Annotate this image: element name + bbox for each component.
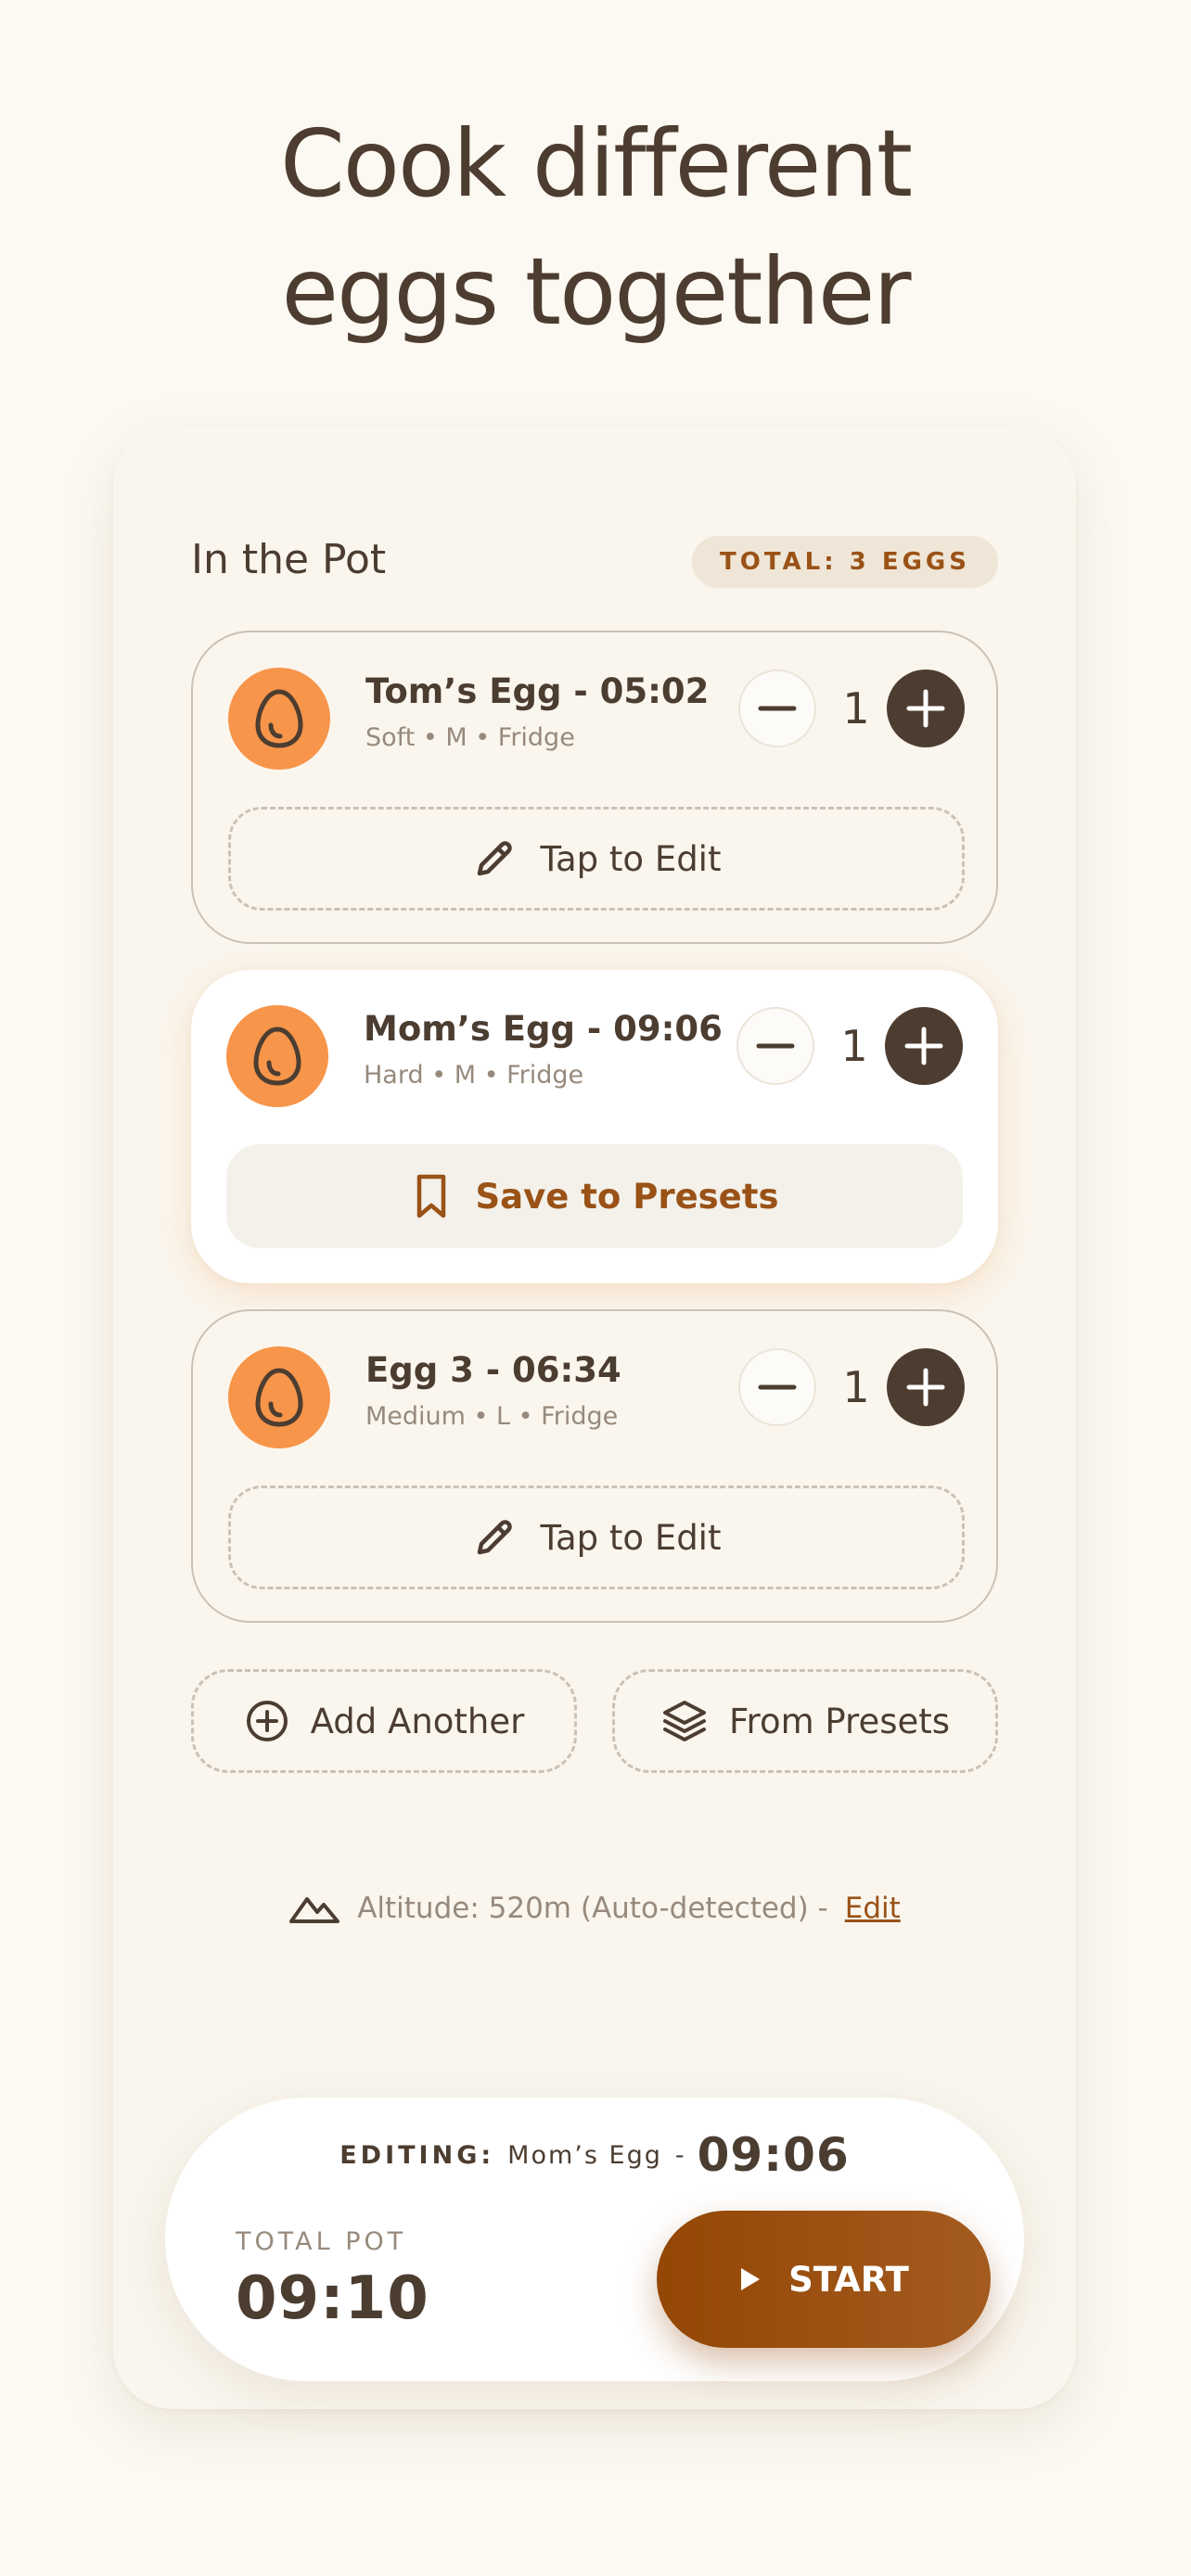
save-to-presets-label: Save to Presets	[475, 1176, 779, 1217]
page-headline: Cook different eggs together	[0, 100, 1191, 356]
from-presets-label: From Presets	[728, 1701, 951, 1741]
quantity-value: 1	[840, 1021, 868, 1071]
start-label: START	[788, 2259, 909, 2300]
egg-icon	[255, 1368, 303, 1427]
pot-panel: In the Pot TOTAL: 3 EGGS Tom’s Egg - 05:…	[113, 427, 1076, 2409]
tap-to-edit-label: Tap to Edit	[540, 1517, 722, 1558]
decrease-quantity-button[interactable]	[736, 1007, 814, 1085]
altitude-edit-link[interactable]: Edit	[845, 1892, 901, 1925]
egg-avatar	[226, 1005, 328, 1107]
egg-icon	[255, 689, 303, 748]
pencil-icon	[477, 1520, 512, 1555]
headline-line-2: eggs together	[281, 237, 912, 346]
add-another-button[interactable]: Add Another	[191, 1669, 577, 1773]
play-icon	[741, 2268, 761, 2290]
minus-icon	[758, 1384, 797, 1390]
editing-egg-name: Mom’s Egg	[507, 2140, 662, 2170]
tap-to-edit-label: Tap to Edit	[540, 838, 722, 879]
egg-meta: Medium • L • Fridge	[365, 1402, 619, 1431]
save-to-presets-button[interactable]: Save to Presets	[226, 1144, 963, 1248]
total-pot-time: 09:10	[236, 2264, 429, 2333]
editing-label: EDITING:	[339, 2140, 495, 2170]
increase-quantity-button[interactable]	[885, 1007, 963, 1085]
altitude-row: Altitude: 520m (Auto-detected) - Edit	[113, 1881, 1076, 1936]
plus-icon	[904, 1027, 943, 1065]
egg-card-2[interactable]: Mom’s Egg - 09:06 Hard • M • Fridge 1 Sa…	[191, 970, 998, 1283]
plus-icon	[906, 689, 945, 728]
egg-meta: Hard • M • Fridge	[364, 1061, 584, 1090]
egg-icon	[253, 1027, 301, 1086]
decrease-quantity-button[interactable]	[738, 670, 816, 747]
decrease-quantity-button[interactable]	[738, 1348, 816, 1426]
increase-quantity-button[interactable]	[887, 670, 965, 747]
from-presets-button[interactable]: From Presets	[612, 1669, 998, 1773]
egg-name: Mom’s Egg - 09:06	[364, 1009, 723, 1049]
minus-icon	[756, 1043, 795, 1049]
pot-title: In the Pot	[191, 536, 387, 583]
quantity-value: 1	[842, 1362, 870, 1412]
start-button[interactable]: START	[657, 2211, 991, 2348]
altitude-text: Altitude: 520m (Auto-detected) -	[357, 1892, 828, 1925]
egg-card-3[interactable]: Egg 3 - 06:34 Medium • L • Fridge 1 Tap …	[191, 1309, 998, 1623]
plus-circle-icon	[246, 1701, 288, 1741]
editing-time: 09:06	[697, 2128, 850, 2182]
tap-to-edit-button[interactable]: Tap to Edit	[228, 1486, 965, 1589]
total-pot-label: TOTAL POT	[236, 2227, 407, 2256]
timer-bar: EDITING: Mom’s Egg - 09:06 TOTAL POT 09:…	[165, 2098, 1024, 2381]
bookmark-icon	[416, 1174, 445, 1218]
minus-icon	[758, 706, 797, 711]
egg-avatar	[228, 668, 330, 770]
total-eggs-badge: TOTAL: 3 EGGS	[691, 536, 998, 588]
egg-name: Egg 3 - 06:34	[365, 1350, 621, 1390]
editing-status: EDITING: Mom’s Egg - 09:06	[165, 2118, 1024, 2192]
mountain-icon	[289, 1897, 340, 1923]
tap-to-edit-button[interactable]: Tap to Edit	[228, 807, 965, 911]
layers-icon	[662, 1701, 706, 1741]
egg-avatar	[228, 1346, 330, 1448]
plus-icon	[906, 1368, 945, 1407]
egg-card-1[interactable]: Tom’s Egg - 05:02 Soft • M • Fridge 1 Ta…	[191, 631, 998, 944]
add-another-label: Add Another	[310, 1701, 525, 1741]
egg-meta: Soft • M • Fridge	[365, 723, 575, 752]
pencil-icon	[477, 841, 512, 876]
editing-separator: -	[674, 2140, 685, 2170]
increase-quantity-button[interactable]	[887, 1348, 965, 1426]
headline-line-1: Cook different	[279, 109, 913, 218]
egg-name: Tom’s Egg - 05:02	[365, 671, 710, 711]
quantity-value: 1	[842, 683, 870, 733]
